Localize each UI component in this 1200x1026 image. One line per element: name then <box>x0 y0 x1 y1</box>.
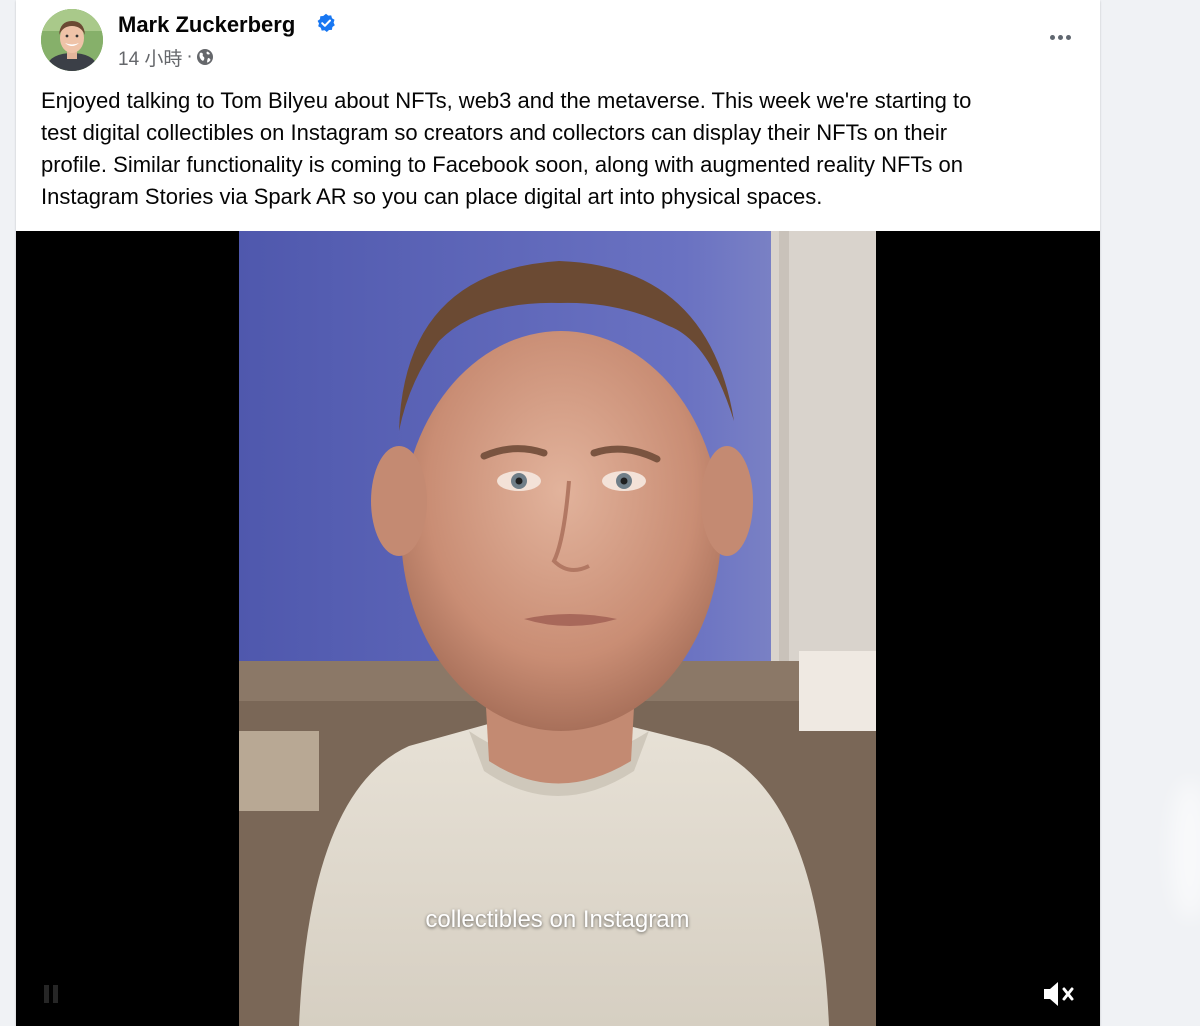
volume-muted-icon[interactable] <box>1038 974 1078 1014</box>
post-meta: 14 小時 · <box>118 44 214 70</box>
post-header: Mark Zuckerberg 14 小時 · <box>16 0 1100 80</box>
globe-icon[interactable] <box>196 48 214 66</box>
post-timestamp[interactable]: 14 小時 <box>118 44 182 71</box>
author-avatar[interactable] <box>41 9 103 71</box>
video-player[interactable]: collectibles on Instagram <box>16 231 1100 1026</box>
play-pause-icon[interactable] <box>42 983 60 1005</box>
meta-separator: · <box>186 46 193 67</box>
verified-badge-icon <box>317 13 335 33</box>
more-dot <box>1057 34 1063 40</box>
post-options-button[interactable] <box>1040 20 1080 54</box>
video-caption: collectibles on Instagram <box>425 906 690 933</box>
video-frame[interactable]: collectibles on Instagram <box>239 231 876 1026</box>
scroll-edge-shadow <box>1170 780 1200 920</box>
post-card: Mark Zuckerberg 14 小時 · Enjoyed talking … <box>16 0 1100 1026</box>
more-dot <box>1049 34 1055 40</box>
post-text: Enjoyed talking to Tom Bilyeu about NFTs… <box>41 88 972 209</box>
author-name[interactable]: Mark Zuckerberg <box>118 12 295 38</box>
more-dot <box>1065 34 1071 40</box>
